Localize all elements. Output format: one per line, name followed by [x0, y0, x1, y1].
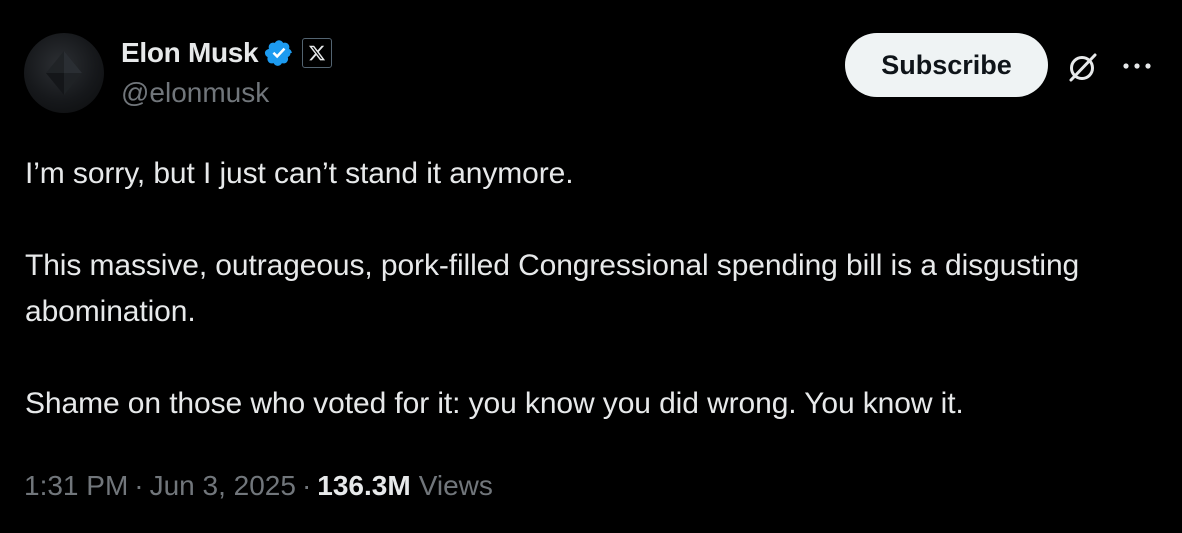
tweet-card: Elon Musk @elonmusk Subscribe I’m sorry,… — [0, 0, 1182, 533]
views-label: Views — [418, 470, 493, 501]
avatar-image — [46, 51, 82, 95]
grok-icon[interactable] — [1066, 50, 1100, 84]
subscribe-button[interactable]: Subscribe — [845, 33, 1048, 97]
meta-separator: · — [301, 470, 312, 501]
more-dots-icon[interactable] — [1120, 52, 1154, 80]
tweet-text: I’m sorry, but I just can’t stand it any… — [25, 157, 1080, 420]
x-logo-icon[interactable] — [302, 38, 333, 68]
meta-separator: · — [134, 470, 144, 501]
author-display-name[interactable]: Elon Musk — [121, 37, 259, 69]
author-name-row: Elon Musk — [121, 36, 333, 70]
tweet-meta: 1:31 PM · Jun 3, 2025 · 136.3M Views — [24, 470, 493, 502]
tweet-date[interactable]: Jun 3, 2025 — [150, 470, 296, 502]
views-count[interactable]: 136.3M — [317, 470, 410, 502]
avatar[interactable] — [24, 33, 104, 113]
author-handle[interactable]: @elonmusk — [121, 77, 269, 109]
verified-badge-icon[interactable] — [264, 38, 294, 68]
tweet-time[interactable]: 1:31 PM — [24, 470, 128, 502]
